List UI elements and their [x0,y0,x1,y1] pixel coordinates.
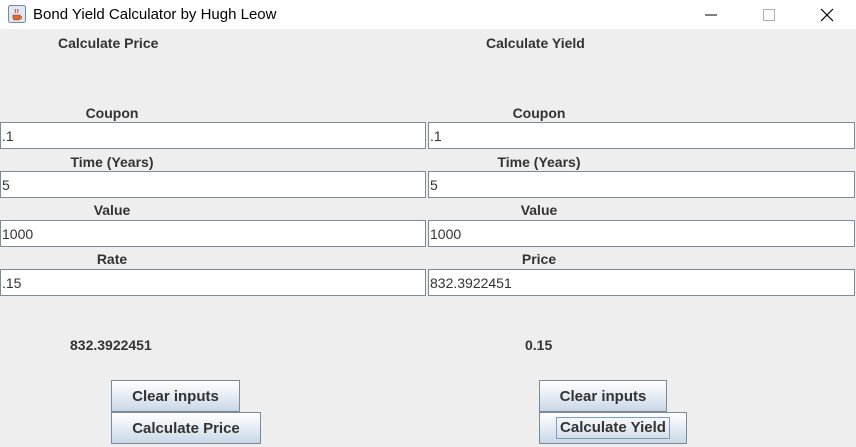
window-title: Bond Yield Calculator by Hugh Leow [33,6,277,23]
price-coupon-label: Coupon [85,105,139,121]
maximize-icon [763,8,775,21]
price-value-input[interactable] [0,220,426,247]
price-panel-title: Calculate Price [58,35,159,51]
price-time-label: Time (Years) [70,154,154,170]
calculate-yield-button[interactable]: Calculate Yield [539,412,687,444]
close-icon [820,8,834,21]
yield-coupon-label: Coupon [512,105,566,121]
yield-coupon-input[interactable] [428,122,855,149]
price-time-input[interactable] [0,171,426,198]
minimize-button[interactable] [682,0,740,29]
maximize-button[interactable] [740,0,798,29]
yield-clear-inputs-label: Clear inputs [559,387,647,405]
price-result: 832.3922451 [70,337,152,353]
yield-result: 0.15 [525,337,553,353]
app-window: Bond Yield Calculator by Hugh Leow Calcu… [0,0,856,447]
close-button[interactable] [798,0,856,29]
yield-price-input[interactable] [428,269,855,296]
price-rate-label: Rate [96,251,128,267]
yield-price-label: Price [521,251,557,267]
yield-panel-title: Calculate Yield [486,35,585,51]
price-coupon-input[interactable] [0,122,426,149]
calculate-yield-label: Calculate Yield [556,417,670,439]
price-value-label: Value [93,202,131,218]
minimize-icon [705,14,717,15]
yield-value-label: Value [520,202,558,218]
yield-time-label: Time (Years) [497,154,581,170]
yield-value-input[interactable] [428,220,855,247]
yield-time-input[interactable] [428,171,855,198]
price-rate-input[interactable] [0,269,426,296]
calculate-price-button[interactable]: Calculate Price [111,412,261,444]
calculate-price-label: Calculate Price [132,419,240,437]
yield-clear-inputs-button[interactable]: Clear inputs [539,380,667,412]
price-clear-inputs-button[interactable]: Clear inputs [111,380,240,412]
title-bar[interactable]: Bond Yield Calculator by Hugh Leow [0,0,856,29]
java-cup-icon [8,5,26,23]
price-clear-inputs-label: Clear inputs [132,387,219,405]
